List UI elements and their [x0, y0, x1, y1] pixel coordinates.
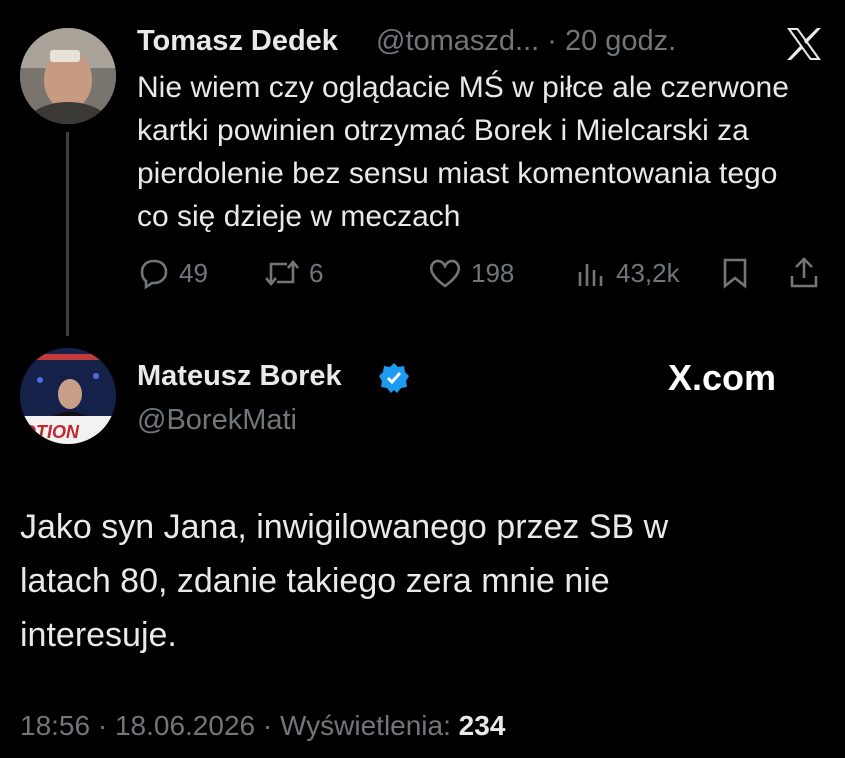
retweet-count: 6	[309, 257, 324, 288]
avatar-mateusz-borek[interactable]: OTION	[20, 348, 116, 444]
bookmark-icon	[723, 258, 747, 289]
avatar-tomasz-dedek[interactable]	[20, 28, 116, 124]
thread-connector-line	[66, 132, 69, 336]
views-count-bold[interactable]: 234	[459, 710, 506, 741]
svg-text:OTION: OTION	[22, 422, 80, 442]
share-button[interactable]	[787, 256, 821, 290]
like-button[interactable]: 198	[427, 256, 514, 290]
x-logo-icon[interactable]	[784, 26, 824, 62]
reply-handle[interactable]: @BorekMati	[137, 404, 297, 437]
reply-timestamp: 18:56 · 18.06.2026 · Wyświetlenia: 234	[20, 710, 505, 742]
views-button[interactable]: 43,2k	[574, 256, 680, 290]
verified-badge-icon	[377, 361, 411, 395]
retweet-icon	[265, 259, 299, 287]
bookmark-button[interactable]	[720, 256, 750, 290]
reply-author-name[interactable]: Mateusz Borek	[137, 360, 342, 393]
reply-tweet-text: Jako syn Jana, inwigilowanego przez SB w…	[20, 508, 669, 654]
parent-action-bar: 49 6 198 43,2k	[137, 256, 827, 292]
reply-icon	[140, 259, 168, 290]
retweet-button[interactable]: 6	[263, 256, 323, 290]
reply-count: 49	[179, 257, 208, 288]
parent-author-name[interactable]: Tomasz Dedek	[137, 25, 338, 58]
reply-button[interactable]: 49	[137, 256, 208, 290]
like-count: 198	[471, 257, 515, 288]
timestamp-text: 18:56 · 18.06.2026 · Wyświetlenia:	[20, 710, 459, 741]
share-icon	[790, 257, 818, 288]
x-com-brand-label: X.com	[668, 357, 777, 398]
parent-tweet-text: Nie wiem czy oglądacie MŚ w piłce ale cz…	[137, 71, 789, 233]
heart-icon	[429, 259, 461, 288]
views-count: 43,2k	[616, 257, 680, 288]
views-chart-icon	[578, 264, 603, 286]
parent-handle-time[interactable]: @tomaszd... · 20 godz.	[376, 25, 676, 58]
